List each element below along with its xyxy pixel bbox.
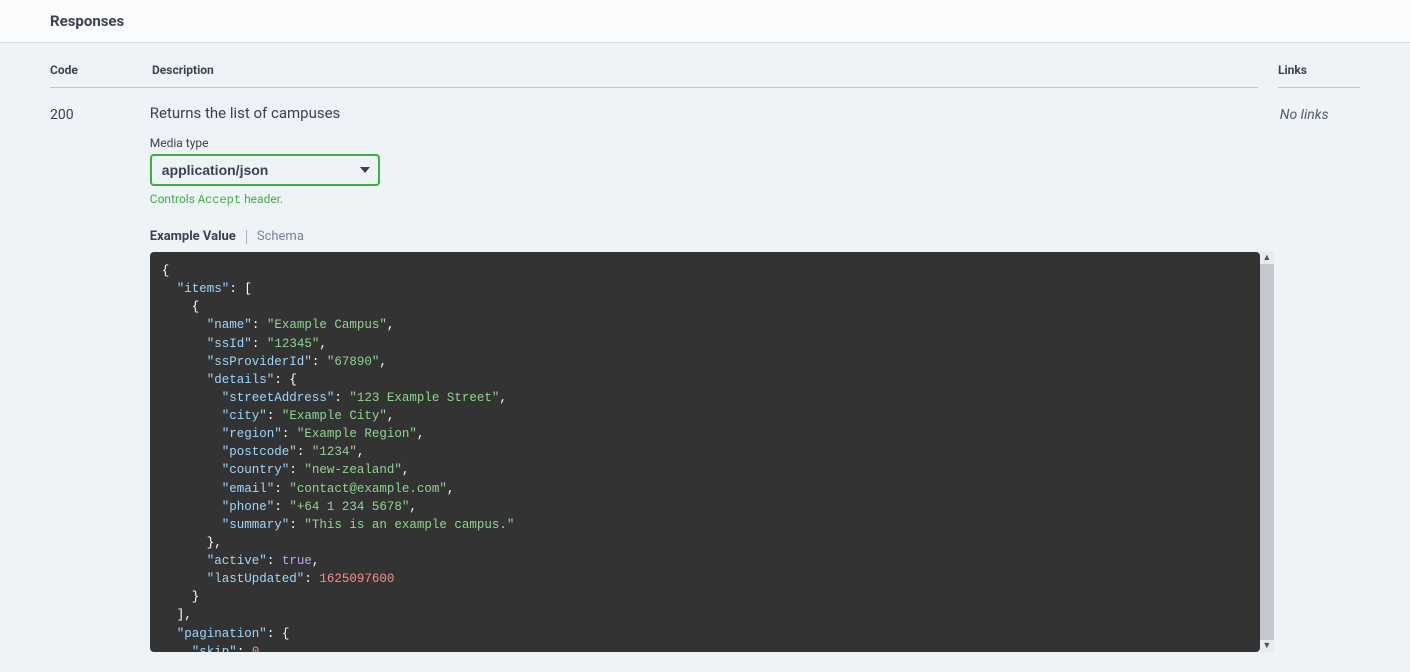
responses-body: Code Description Links 200 Returns the l… bbox=[0, 43, 1410, 672]
json-lastupdated: 1625097600 bbox=[319, 572, 394, 586]
json-ssproviderid: "67890" bbox=[327, 355, 380, 369]
response-links: No links bbox=[1280, 104, 1360, 652]
json-name: "Example Campus" bbox=[267, 318, 387, 332]
tab-divider bbox=[246, 230, 247, 244]
column-header-code: Code bbox=[50, 63, 152, 88]
example-code-block[interactable]: { "items": [ { "name": "Example Campus",… bbox=[150, 252, 1260, 652]
json-postcode: "1234" bbox=[312, 445, 357, 459]
example-code-wrap: { "items": [ { "name": "Example Campus",… bbox=[150, 252, 1260, 652]
json-active: true bbox=[282, 554, 312, 568]
scroll-down-icon[interactable]: ▼ bbox=[1262, 640, 1271, 652]
json-city: "Example City" bbox=[282, 409, 387, 423]
json-region: "Example Region" bbox=[297, 427, 417, 441]
response-row: 200 Returns the list of campuses Media t… bbox=[50, 89, 1360, 652]
column-header-description: Description bbox=[152, 63, 1258, 88]
media-type-label: Media type bbox=[150, 136, 1260, 150]
controls-accept-hint: Controls Accept header. bbox=[150, 192, 1260, 207]
json-ssid: "12345" bbox=[267, 337, 320, 351]
media-type-select[interactable]: application/json bbox=[150, 154, 380, 186]
responses-header: Responses bbox=[0, 0, 1410, 43]
code-scrollbar[interactable]: ▲ ▼ bbox=[1260, 252, 1274, 652]
response-code: 200 bbox=[50, 104, 150, 652]
responses-title: Responses bbox=[50, 12, 1360, 30]
controls-hint-accept: Accept bbox=[198, 193, 241, 207]
response-description-cell: Returns the list of campuses Media type … bbox=[150, 104, 1260, 652]
scroll-up-icon[interactable]: ▲ bbox=[1262, 252, 1271, 264]
scroll-thumb[interactable] bbox=[1260, 264, 1274, 640]
json-street: "123 Example Street" bbox=[349, 391, 499, 405]
controls-hint-prefix: Controls bbox=[150, 192, 198, 206]
media-type-select-wrap: application/json bbox=[150, 154, 380, 186]
controls-hint-suffix: header. bbox=[241, 192, 283, 206]
json-phone: "+64 1 234 5678" bbox=[289, 500, 409, 514]
json-email: "contact@example.com" bbox=[289, 482, 447, 496]
responses-table-header: Code Description Links bbox=[50, 63, 1360, 89]
column-header-links: Links bbox=[1278, 63, 1360, 88]
response-description-text: Returns the list of campuses bbox=[150, 104, 1260, 122]
json-summary: "This is an example campus." bbox=[304, 518, 514, 532]
tab-example-value[interactable]: Example Value bbox=[150, 229, 236, 244]
tab-schema[interactable]: Schema bbox=[257, 229, 304, 244]
example-schema-tabs: Example Value Schema bbox=[150, 229, 1260, 244]
json-country: "new-zealand" bbox=[304, 463, 402, 477]
